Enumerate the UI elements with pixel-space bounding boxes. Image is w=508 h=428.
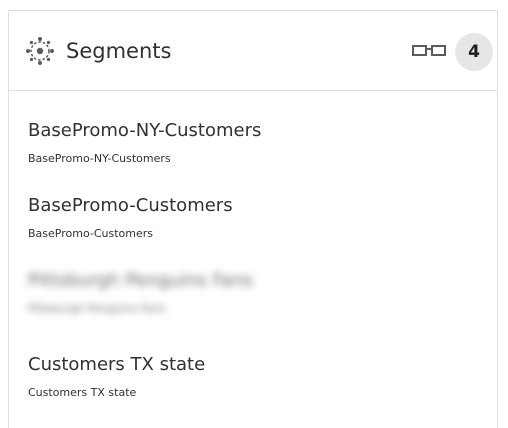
segment-list-item[interactable]: Pittsburgh Penguins Fans Pittsburgh Peng…: [9, 241, 497, 317]
segment-list-item[interactable]: BasePromo-Customers BasePromo-Customers: [9, 166, 497, 242]
segments-panel: Segments 4 BasePromo-NY-Customers BasePr…: [8, 10, 498, 428]
segment-subtitle: BasePromo-NY-Customers: [28, 152, 171, 165]
segment-subtitle: Customers TX state: [28, 386, 137, 399]
segment-subtitle: Pittsburgh Penguins Fans: [28, 302, 166, 315]
segments-panel-header: Segments 4: [9, 11, 497, 91]
segment-subtitle: BasePromo-Customers: [28, 227, 154, 240]
segment-list-item[interactable]: BasePromo-NY-Customers BasePromo-NY-Cust…: [9, 91, 497, 167]
segment-list-item[interactable]: Customers TX state Customers TX state: [9, 325, 497, 401]
segment-count-badge: 4: [455, 33, 493, 71]
segment-name: BasePromo-Customers: [28, 195, 233, 216]
segment-name: Customers TX state: [28, 354, 206, 375]
glasses-icon[interactable]: [412, 43, 446, 59]
segment-name: BasePromo-NY-Customers: [28, 120, 262, 141]
segment-name: Pittsburgh Penguins Fans: [28, 270, 253, 291]
segments-icon: [25, 36, 55, 66]
panel-title: Segments: [66, 39, 172, 63]
